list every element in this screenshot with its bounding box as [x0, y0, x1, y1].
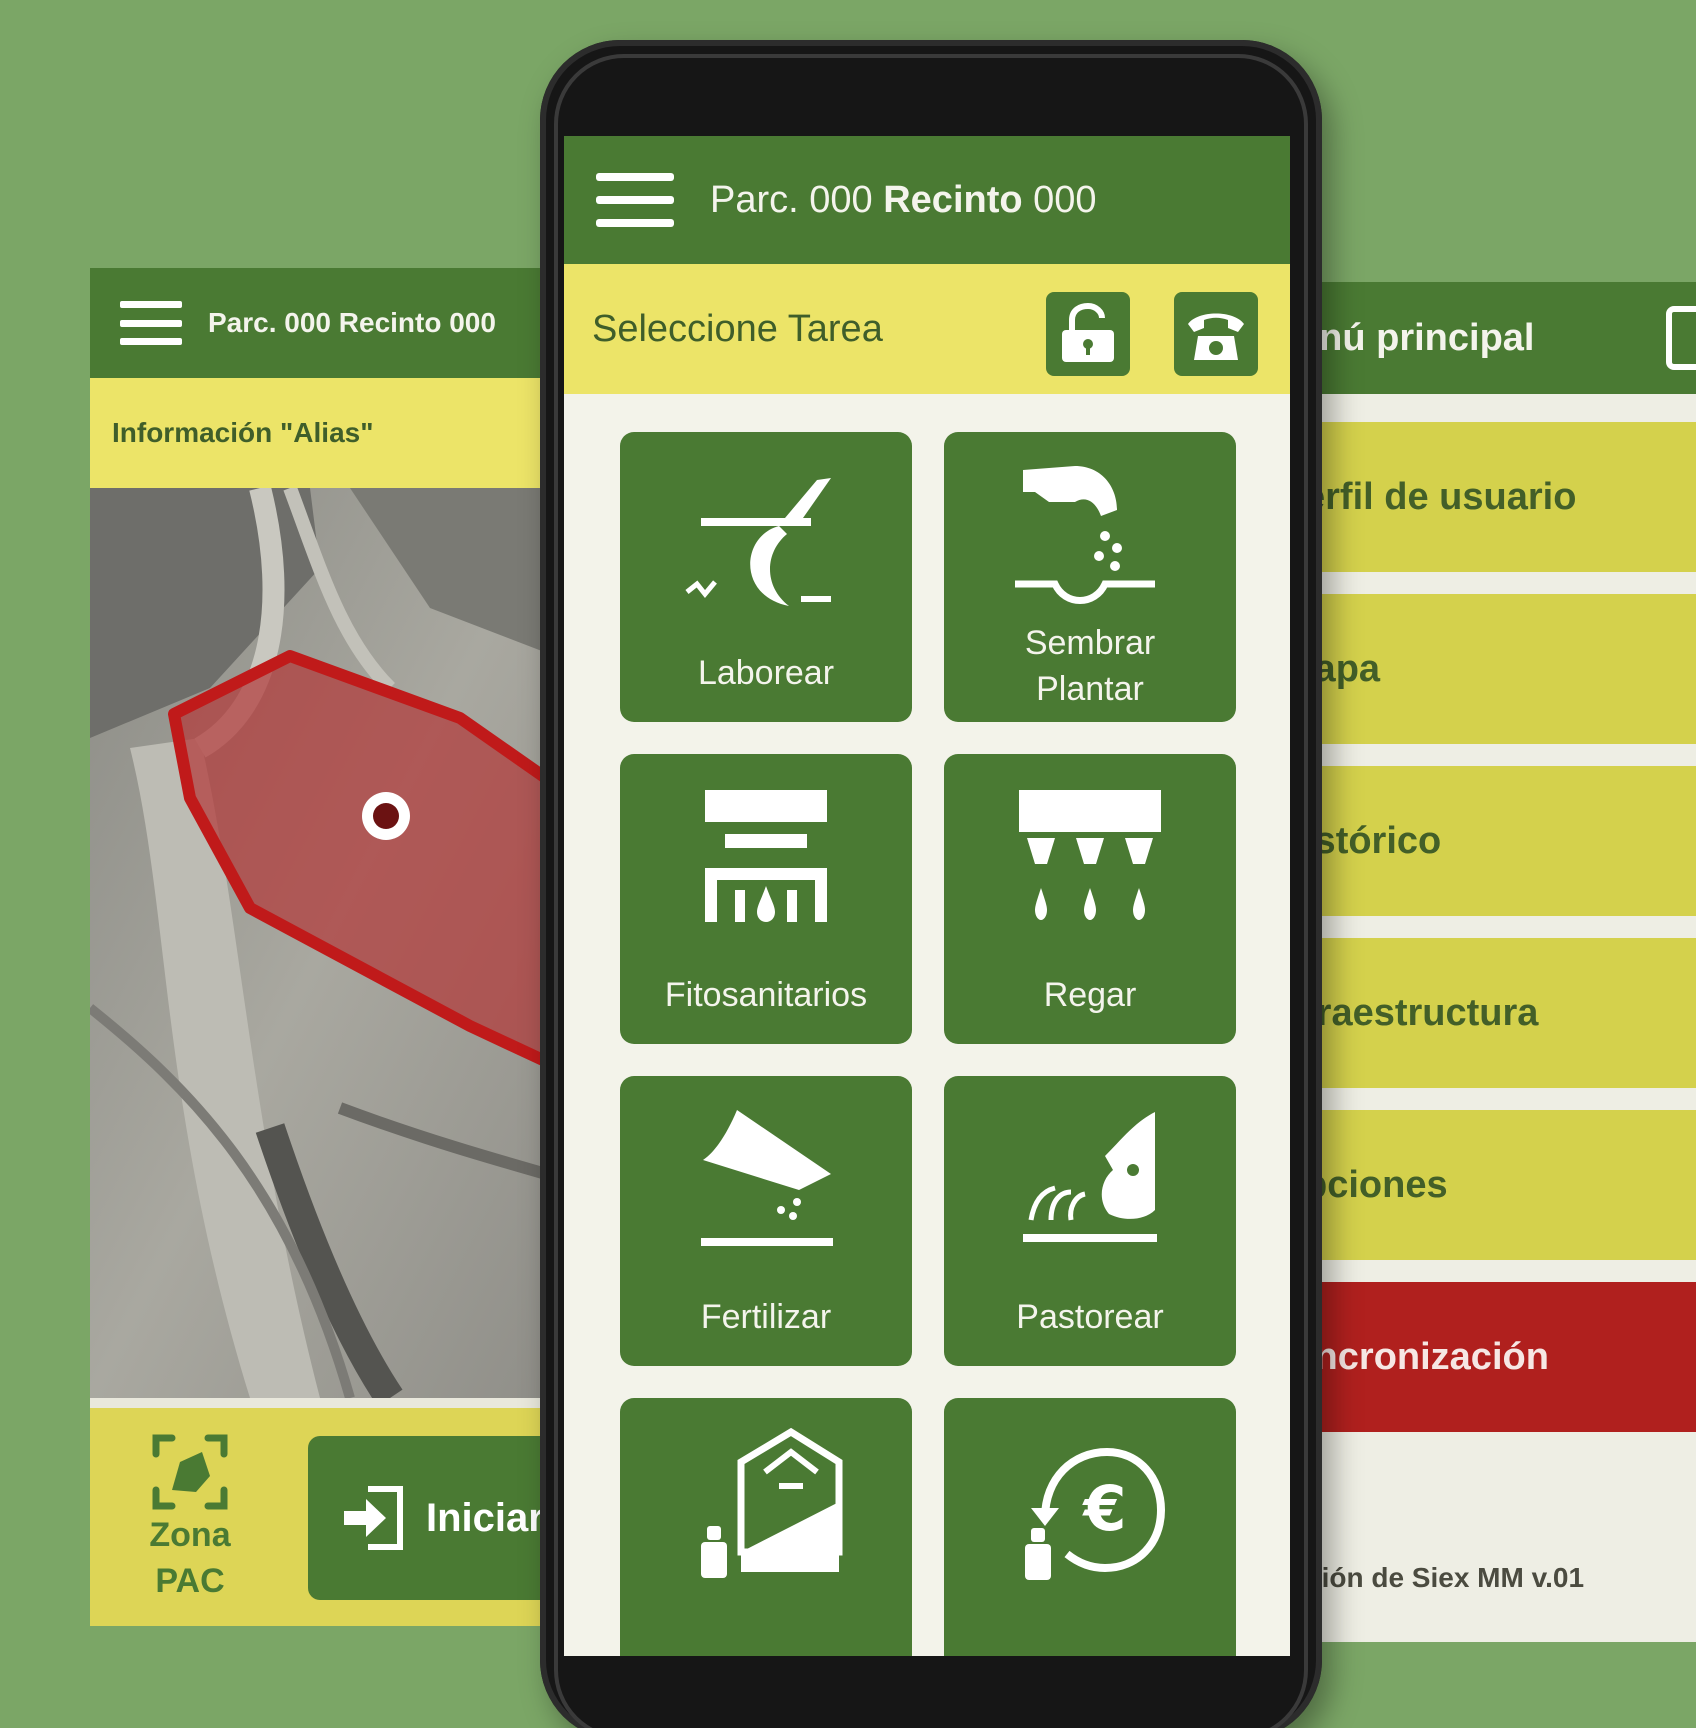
storage-icon — [681, 1422, 851, 1592]
svg-text:€: € — [1081, 1472, 1126, 1545]
left-header-title: Parc. 000 Recinto 000 — [208, 307, 496, 338]
tile-label: Regar — [1043, 976, 1137, 1014]
tile-label: Pastorear — [1016, 1298, 1164, 1336]
hamburger-menu-icon[interactable] — [596, 173, 674, 227]
title-parcel-number: 000 — [809, 178, 873, 221]
right-header-title: enú principal — [1320, 316, 1535, 359]
tile-label: Fertilizar — [700, 1298, 832, 1336]
zona-pac-label-line2: PAC — [155, 1562, 225, 1600]
menu-item-historico[interactable]: istórico — [1320, 766, 1696, 916]
satellite-map[interactable] — [90, 488, 560, 1398]
title-prefix: Parc. — [710, 178, 799, 221]
phone-frame: Parc. 000 Recinto 000 Seleccione Tarea L… — [540, 40, 1322, 1728]
euro-cycle-icon: € — [1005, 1422, 1175, 1592]
tile-label: Sembrar Plantar — [1024, 624, 1156, 708]
login-arrow-icon — [344, 1486, 403, 1550]
sprayer-icon — [681, 778, 851, 948]
alias-info-bar: Información "Alias" — [90, 378, 560, 488]
main-menu-list: erfil de usuario lapa istórico fraestruc… — [1320, 422, 1696, 1454]
left-footer-bar: Zona PAC Iniciar — [90, 1408, 560, 1626]
task-tile-sembrar-plantar[interactable]: Sembrar Plantar — [944, 432, 1236, 722]
task-grid: Laborear Sembrar Plantar Fitosanitarios … — [620, 432, 1240, 1656]
left-app-header: Parc. 000 Recinto 000 — [90, 268, 560, 378]
menu-item-mapa[interactable]: lapa — [1320, 594, 1696, 744]
tile-label: Laborear — [697, 654, 835, 692]
title-recinto-number: 000 — [1033, 178, 1097, 221]
iniciar-button[interactable]: Iniciar — [308, 1436, 560, 1600]
task-tile-laborear[interactable]: Laborear — [620, 432, 912, 722]
task-tile-economia[interactable]: € — [944, 1398, 1236, 1656]
app-header: Parc. 000 Recinto 000 — [564, 136, 1290, 264]
menu-item-perfil[interactable]: erfil de usuario — [1320, 422, 1696, 572]
zona-pac-button[interactable]: Zona PAC — [130, 1432, 250, 1604]
tile-label: Fitosanitarios — [664, 976, 868, 1014]
right-app-header: enú principal — [1320, 282, 1696, 394]
menu-item-opciones[interactable]: pciones — [1320, 1110, 1696, 1260]
task-bar-label: Seleccione Tarea — [592, 307, 883, 350]
task-tile-regar[interactable]: Regar — [944, 754, 1236, 1044]
iniciar-label: Iniciar — [426, 1495, 544, 1540]
page-title: Parc. 000 Recinto 000 — [710, 179, 1097, 222]
plough-icon — [681, 456, 851, 626]
version-text: sión de Siex MM v.01 — [1320, 1562, 1585, 1593]
task-tile-fitosanitarios[interactable]: Fitosanitarios — [620, 754, 912, 1044]
phone-icon — [1188, 313, 1244, 360]
title-recinto-word: Recinto — [883, 178, 1023, 221]
header-action-icon[interactable] — [1666, 306, 1696, 370]
task-tile-almacen[interactable] — [620, 1398, 912, 1656]
menu-item-infraestructura[interactable]: fraestructura — [1320, 938, 1696, 1088]
grazing-icon — [1005, 1100, 1175, 1270]
zona-pac-label-line1: Zona — [149, 1516, 231, 1554]
task-bar: Seleccione Tarea — [564, 264, 1290, 394]
menu-item-sincronizacion[interactable]: incronización — [1320, 1282, 1696, 1432]
unlock-icon — [1062, 302, 1114, 362]
task-tile-pastorear[interactable]: Pastorear — [944, 1076, 1236, 1366]
fertilizer-bag-icon — [681, 1100, 851, 1270]
zone-select-icon — [150, 1432, 230, 1512]
menu-icon[interactable] — [120, 301, 182, 345]
phone-screen: Parc. 000 Recinto 000 Seleccione Tarea L… — [564, 136, 1290, 1656]
phone-button[interactable] — [1174, 292, 1258, 376]
left-screen-map: Parc. 000 Recinto 000 Información "Alias… — [90, 268, 560, 1626]
right-screen-menu: enú principal erfil de usuario lapa istó… — [1320, 282, 1696, 1642]
task-tile-fertilizar[interactable]: Fertilizar — [620, 1076, 912, 1366]
sowing-hand-icon — [1005, 456, 1175, 626]
irrigation-icon — [1005, 778, 1175, 948]
unlock-button[interactable] — [1046, 292, 1130, 376]
